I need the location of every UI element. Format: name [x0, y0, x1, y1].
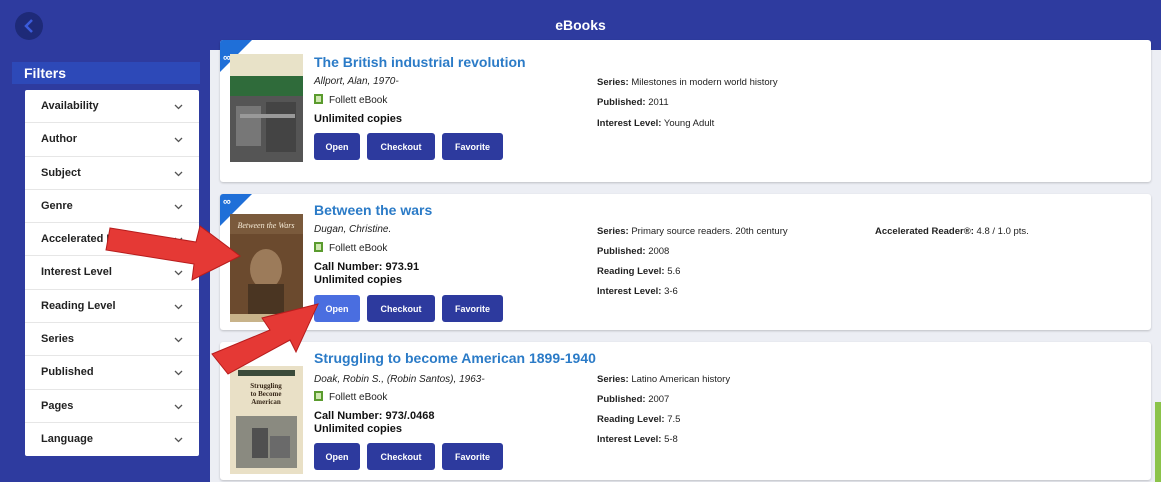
- book-card: ∞ Between the Wars Between the wars Duga…: [220, 194, 1151, 330]
- chevron-down-icon: [174, 304, 183, 310]
- chevron-down-icon: [174, 171, 183, 177]
- reading-level-info: Reading Level: 7.5: [597, 414, 681, 425]
- book-card: ∞ The British industrial revolution Allp…: [220, 40, 1151, 182]
- scroll-indicator[interactable]: [1155, 402, 1161, 482]
- filter-pages[interactable]: Pages: [25, 390, 199, 423]
- interest-level-info: Interest Level: 5-8: [597, 434, 678, 445]
- series-info: Series: Latino American history: [597, 374, 731, 385]
- ebook-icon: [314, 242, 323, 252]
- accelerated-reader-info: Accelerated Reader®: 4.8 / 1.0 pts.: [875, 226, 1029, 237]
- book-title-link[interactable]: The British industrial revolution: [314, 54, 526, 70]
- book-cover-image[interactable]: Between the Wars: [230, 214, 303, 322]
- favorite-button[interactable]: Favorite: [442, 295, 503, 322]
- book-cover-image[interactable]: [230, 54, 303, 162]
- book-format: Follett eBook: [314, 242, 387, 254]
- published-info: Published: 2007: [597, 394, 670, 405]
- svg-text:American: American: [251, 398, 281, 406]
- series-info: Series: Milestones in modern world histo…: [597, 77, 778, 88]
- open-button[interactable]: Open: [314, 133, 360, 160]
- filter-published[interactable]: Published: [25, 356, 199, 390]
- filter-accelerated-reader[interactable]: Accelerated Reader®: [25, 223, 199, 257]
- book-title-link[interactable]: Between the wars: [314, 202, 432, 218]
- chevron-down-icon: [174, 104, 183, 110]
- book-format: Follett eBook: [314, 391, 387, 403]
- svg-text:Between the Wars: Between the Wars: [237, 221, 294, 230]
- filter-label: Published: [41, 366, 94, 379]
- call-number: Call Number: 973.91: [314, 261, 420, 273]
- book-card: Struggling to Become American Struggling…: [220, 342, 1151, 480]
- checkout-button[interactable]: Checkout: [367, 443, 435, 470]
- page-title: eBooks: [555, 17, 606, 33]
- open-button[interactable]: Open: [314, 295, 360, 322]
- filter-language[interactable]: Language: [25, 423, 199, 456]
- filter-label: Author: [41, 133, 78, 146]
- filters-heading: Filters: [12, 62, 200, 84]
- chevron-down-icon: [174, 337, 183, 343]
- chevron-down-icon: [174, 137, 183, 143]
- chevron-down-icon: [174, 204, 183, 210]
- filter-label: Availability: [41, 100, 99, 112]
- chevron-down-icon: [174, 237, 183, 243]
- book-title-link[interactable]: Struggling to become American 1899-1940: [314, 350, 596, 366]
- published-info: Published: 2008: [597, 246, 670, 257]
- svg-text:to Become: to Become: [251, 390, 282, 398]
- filter-series[interactable]: Series: [25, 323, 199, 357]
- filter-label: Reading Level: [41, 299, 116, 312]
- chevron-down-icon: [174, 271, 183, 276]
- filter-author[interactable]: Author: [25, 123, 199, 157]
- book-author: Doak, Robin S., (Robin Santos), 1963-: [314, 374, 485, 385]
- book-cover-image[interactable]: Struggling to Become American: [230, 366, 303, 474]
- filter-label: Series: [41, 333, 75, 346]
- checkout-button[interactable]: Checkout: [367, 295, 435, 322]
- filter-label: Accelerated Reader®: [41, 233, 152, 246]
- interest-level-info: Interest Level: Young Adult: [597, 118, 715, 129]
- filter-interest-level[interactable]: Interest Level: [25, 256, 199, 290]
- ebook-icon: [314, 94, 323, 104]
- format-label: Follett eBook: [329, 392, 388, 403]
- format-label: Follett eBook: [329, 243, 388, 254]
- chevron-down-icon: [174, 437, 183, 443]
- copies-available: Unlimited copies: [314, 113, 403, 125]
- filter-panel: Availability Author Subject Genre Accele…: [25, 90, 199, 457]
- open-button[interactable]: Open: [314, 443, 360, 470]
- filter-sidebar: Filters Availability Author Subject Genr…: [0, 50, 210, 482]
- filter-label: Language: [41, 432, 93, 445]
- published-info: Published: 2011: [597, 97, 669, 108]
- call-number: Call Number: 973/.0468: [314, 410, 435, 422]
- filter-reading-level[interactable]: Reading Level: [25, 290, 199, 324]
- filter-genre[interactable]: Genre: [25, 190, 199, 224]
- chevron-down-icon: [174, 404, 183, 410]
- book-format: Follett eBook: [314, 94, 387, 106]
- book-author: Allport, Alan, 1970-: [314, 76, 399, 87]
- reading-level-info: Reading Level: 5.6: [597, 266, 681, 277]
- interest-level-info: Interest Level: 3-6: [597, 286, 678, 297]
- favorite-button[interactable]: Favorite: [442, 133, 503, 160]
- copies-available: Unlimited copies: [314, 423, 403, 435]
- filter-label: Pages: [41, 399, 74, 412]
- format-label: Follett eBook: [329, 95, 388, 106]
- filter-availability[interactable]: Availability: [25, 90, 199, 124]
- infinity-icon: ∞: [223, 196, 231, 208]
- favorite-button[interactable]: Favorite: [442, 443, 503, 470]
- filter-label: Subject: [41, 166, 81, 179]
- chevron-down-icon: [174, 370, 183, 376]
- copies-available: Unlimited copies: [314, 274, 403, 286]
- series-info: Series: Primary source readers. 20th cen…: [597, 226, 788, 237]
- filter-label: Genre: [41, 199, 73, 212]
- filter-subject[interactable]: Subject: [25, 157, 199, 190]
- filter-label: Interest Level: [41, 266, 112, 279]
- ebook-icon: [314, 391, 323, 401]
- checkout-button[interactable]: Checkout: [367, 133, 435, 160]
- svg-text:Struggling: Struggling: [250, 382, 282, 390]
- book-author: Dugan, Christine.: [314, 224, 392, 235]
